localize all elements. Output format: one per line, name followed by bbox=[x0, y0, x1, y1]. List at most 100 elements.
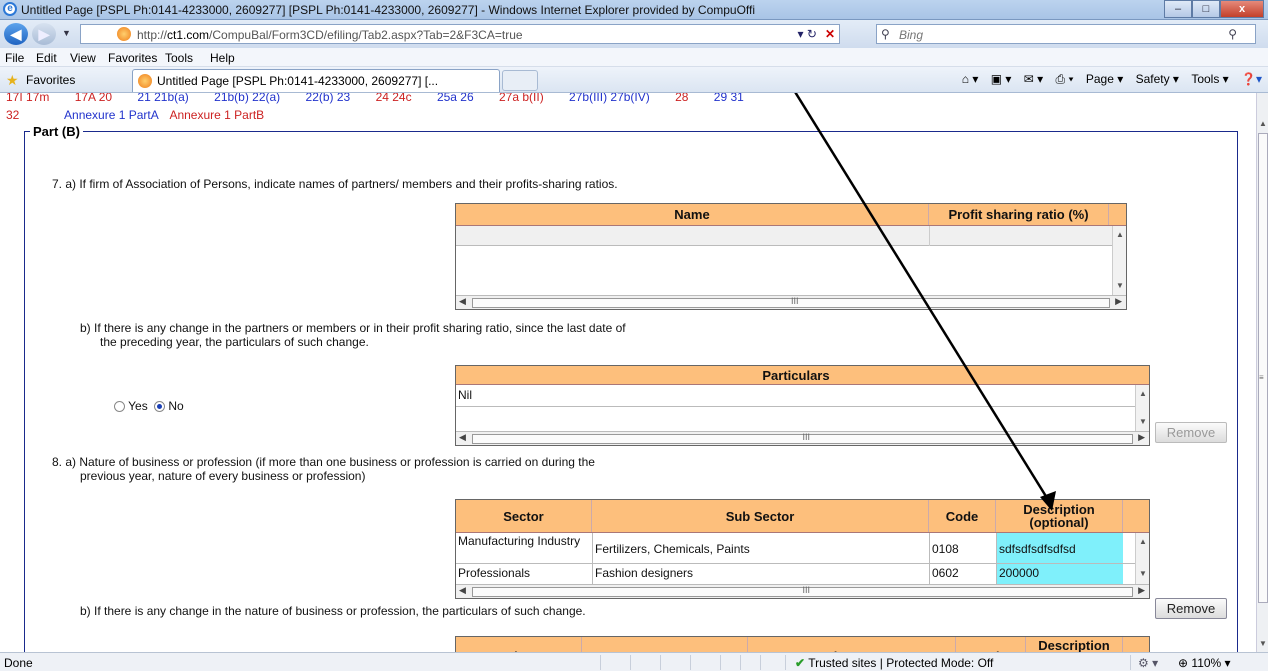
remove-button-disabled[interactable]: Remove bbox=[1155, 422, 1227, 443]
section-link[interactable]: 32 bbox=[6, 108, 19, 122]
mail-icon[interactable]: ✉ ▾ bbox=[1024, 72, 1043, 86]
table-row[interactable]: Professionals Fashion designers 0602 200… bbox=[456, 564, 1136, 586]
business-grid: Sector Sub Sector Code Description (opti… bbox=[455, 499, 1150, 599]
sector-cell[interactable]: Manufacturing Industry bbox=[458, 535, 590, 547]
maximize-button[interactable]: □ bbox=[1192, 0, 1220, 18]
menu-file[interactable]: File bbox=[5, 51, 24, 65]
recent-pages-dropdown-icon[interactable]: ▼ bbox=[62, 28, 71, 38]
feeds-icon[interactable]: ▣ ▾ bbox=[991, 72, 1012, 86]
status-text: Done bbox=[4, 656, 33, 670]
section-links-row2: 32 Annexure 1 PartA Annexure 1 PartB bbox=[6, 108, 264, 122]
search-input[interactable]: ⚲ Bing ⚲ bbox=[876, 24, 1256, 44]
section-link[interactable]: 29 31 bbox=[714, 93, 744, 104]
horizontal-scrollbar[interactable]: ◀ III ▶ bbox=[456, 431, 1149, 445]
code-cell[interactable]: 0108 bbox=[929, 533, 996, 563]
stop-icon[interactable]: ✕ bbox=[825, 27, 835, 41]
url-host: ct1.com bbox=[167, 28, 210, 42]
menu-tools[interactable]: Tools bbox=[165, 51, 193, 65]
yes-radio[interactable] bbox=[114, 401, 125, 413]
section-link[interactable]: 27b(III) 27b(IV) bbox=[569, 93, 650, 104]
horizontal-scrollbar[interactable]: ◀ III ▶ bbox=[456, 295, 1126, 309]
forward-button[interactable]: ▶ bbox=[32, 23, 56, 45]
command-bar: ⌂ ▾ ▣ ▾ ✉ ▾ ⎙ ▾ Page ▾ Safety ▾ Tools ▾ … bbox=[953, 72, 1262, 87]
favorites-button[interactable]: Favorites bbox=[26, 73, 75, 87]
section-link[interactable]: 17I 17m bbox=[6, 93, 49, 104]
back-button[interactable]: ◀ bbox=[4, 23, 28, 45]
question-7b-line2: the preceding year, the particulars of s… bbox=[100, 335, 369, 349]
new-tab-button[interactable] bbox=[502, 70, 538, 91]
menu-favorites[interactable]: Favorites bbox=[108, 51, 157, 65]
section-link[interactable]: 24 24c bbox=[376, 93, 412, 104]
page-vertical-scrollbar[interactable]: ▲ ≡ ▼ bbox=[1256, 93, 1268, 652]
menu-bar: File Edit View Favorites Tools Help bbox=[0, 48, 1268, 67]
question-7b-line1: b) If there is any change in the partner… bbox=[80, 321, 626, 335]
col-sub-sector: Sub Sector bbox=[592, 500, 929, 532]
menu-edit[interactable]: Edit bbox=[36, 51, 57, 65]
scrollbar-grip: III bbox=[791, 296, 799, 306]
table-row[interactable] bbox=[456, 226, 1112, 246]
part-b-legend: Part (B) bbox=[30, 124, 83, 139]
no-radio[interactable] bbox=[154, 401, 166, 413]
col-profit-ratio: Profit sharing ratio (%) bbox=[929, 204, 1109, 225]
business-change-grid: Business Sector Sub Sector Code Descript… bbox=[455, 636, 1150, 652]
zoom-icon: ⊕ bbox=[1178, 656, 1189, 670]
security-zone-label: Trusted sites | Protected Mode: Off bbox=[808, 656, 994, 670]
checkmark-icon: ✔ bbox=[795, 656, 806, 670]
col-sub-sector: Sub Sector bbox=[748, 637, 956, 652]
home-icon[interactable]: ⌂ ▾ bbox=[962, 72, 979, 86]
code-cell[interactable]: 0602 bbox=[929, 564, 996, 586]
table-row[interactable]: Manufacturing Industry Fertilizers, Chem… bbox=[456, 533, 1136, 564]
security-zone[interactable]: ✔ Trusted sites | Protected Mode: Off bbox=[795, 656, 993, 670]
section-link[interactable]: 25a 26 bbox=[437, 93, 474, 104]
search-placeholder: Bing bbox=[899, 28, 924, 42]
description-cell[interactable]: 200000 bbox=[996, 564, 1123, 586]
refresh-icon[interactable]: ↻ bbox=[807, 27, 817, 41]
sub-sector-cell[interactable]: Fertilizers, Chemicals, Paints bbox=[592, 533, 929, 563]
col-sector: Sector bbox=[456, 500, 592, 532]
safety-menu[interactable]: Safety ▾ bbox=[1136, 72, 1179, 86]
close-button[interactable]: x bbox=[1220, 0, 1264, 18]
tab-favicon-icon bbox=[138, 74, 152, 88]
menu-view[interactable]: View bbox=[70, 51, 96, 65]
section-link[interactable]: 28 bbox=[675, 93, 688, 104]
section-link[interactable]: 27a b(II) bbox=[499, 93, 544, 104]
page-menu[interactable]: Page ▾ bbox=[1086, 72, 1123, 86]
ie-logo-icon: e bbox=[3, 2, 17, 16]
section-link[interactable]: 22(b) 23 bbox=[306, 93, 351, 104]
question-7b: b) If there is any change in the partner… bbox=[80, 321, 880, 349]
browser-tab[interactable]: Untitled Page [PSPL Ph:0141-4233000, 260… bbox=[132, 69, 500, 92]
scrollbar-grip: III bbox=[802, 585, 811, 595]
menu-help[interactable]: Help bbox=[210, 51, 235, 65]
annexure-partb-link[interactable]: Annexure 1 PartB bbox=[169, 108, 264, 122]
section-link[interactable]: 21 21b(a) bbox=[137, 93, 188, 104]
annexure-parta-link[interactable]: Annexure 1 PartA bbox=[64, 108, 159, 122]
zoom-level[interactable]: ⊕ 110% ▾ bbox=[1178, 656, 1231, 670]
question-8a-line2: previous year, nature of every business … bbox=[80, 469, 366, 483]
table-row[interactable]: Nil bbox=[456, 385, 1136, 407]
tools-menu[interactable]: Tools ▾ bbox=[1191, 72, 1228, 86]
minimize-button[interactable]: – bbox=[1164, 0, 1192, 18]
url-prefix: http:// bbox=[137, 28, 168, 42]
print-icon[interactable]: ⎙ ▾ bbox=[1056, 72, 1074, 86]
particulars-cell[interactable]: Nil bbox=[458, 388, 472, 402]
section-link[interactable]: 17A 20 bbox=[75, 93, 112, 104]
section-link[interactable]: 21b(b) 22(a) bbox=[214, 93, 280, 104]
search-icon[interactable]: ⚲ bbox=[1228, 27, 1237, 41]
scrollbar-grip: III bbox=[802, 432, 811, 442]
url-field[interactable]: http://ct1.com/CompuBal/Form3CD/efiling/… bbox=[80, 24, 840, 44]
security-settings-icon[interactable]: ⚙ ▾ bbox=[1138, 656, 1158, 670]
help-icon[interactable]: ❓▾ bbox=[1241, 72, 1262, 86]
sub-sector-cell[interactable]: Fashion designers bbox=[592, 564, 929, 586]
col-business: Business bbox=[456, 637, 582, 652]
window-title: Untitled Page [PSPL Ph:0141-4233000, 260… bbox=[21, 3, 756, 17]
question-8a: 8. a) Nature of business or profession (… bbox=[52, 455, 952, 483]
remove-button[interactable]: Remove bbox=[1155, 598, 1227, 619]
sector-cell[interactable]: Professionals bbox=[458, 566, 530, 580]
question-8b: b) If there is any change in the nature … bbox=[80, 604, 586, 618]
description-cell[interactable]: sdfsdfsdfsdfsd bbox=[996, 533, 1123, 563]
horizontal-scrollbar[interactable]: ◀ III ▶ bbox=[456, 584, 1149, 598]
dropdown-icon[interactable]: ▾ bbox=[798, 27, 804, 41]
favorites-star-icon[interactable]: ★ bbox=[6, 72, 19, 89]
question-8a-line1: 8. a) Nature of business or profession (… bbox=[52, 455, 595, 469]
col-description: Description (optional) bbox=[996, 500, 1123, 532]
